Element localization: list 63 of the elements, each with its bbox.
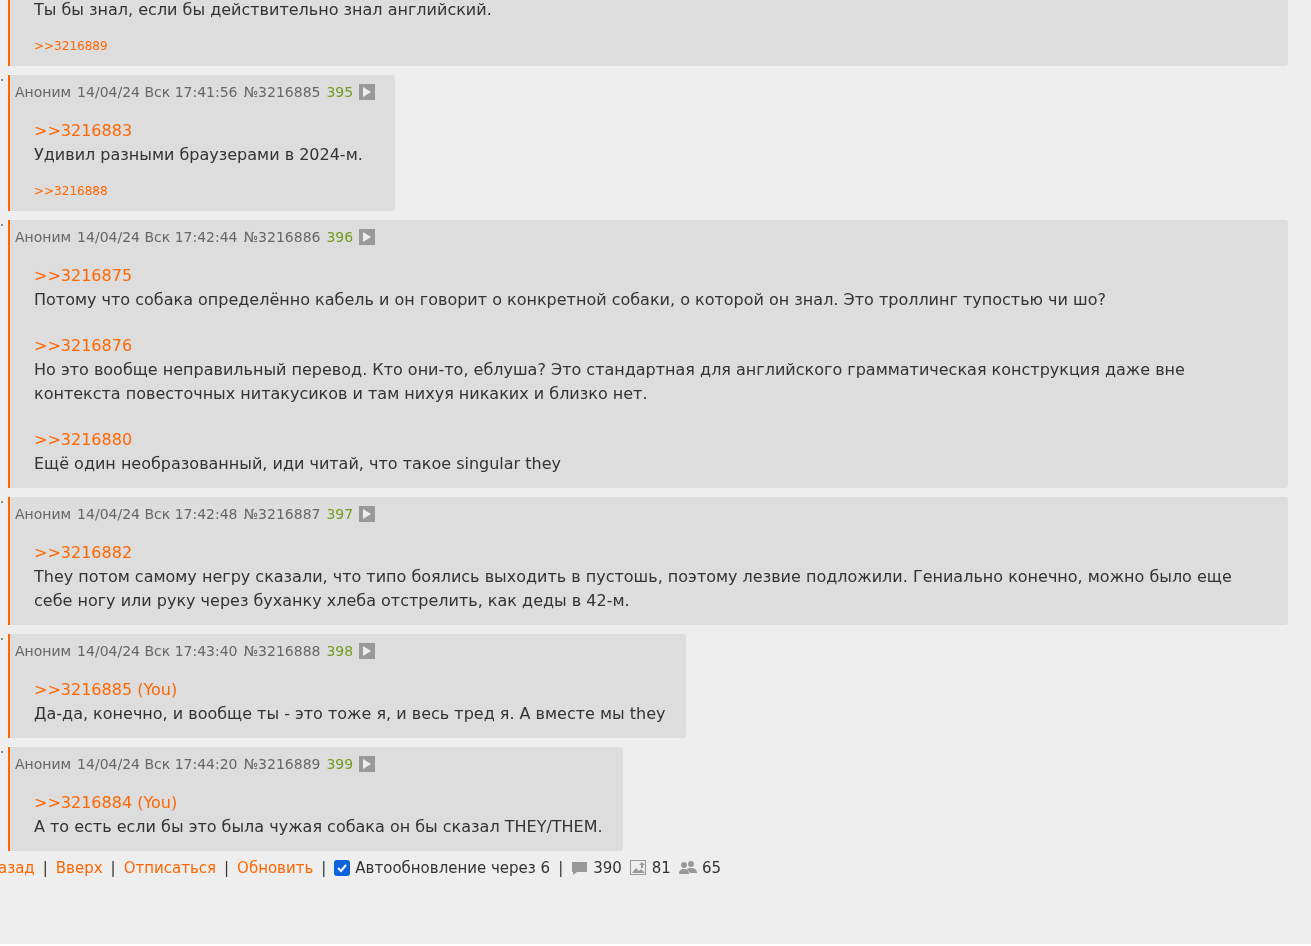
comment-icon [571,860,589,876]
autoupdate-label: Автообновление через 6 [355,858,551,879]
footer-link[interactable]: Отписаться [123,857,216,880]
post-marker-icon [1,79,3,81]
separator: | [558,858,564,879]
quote-link[interactable]: >>3216880 [34,428,133,452]
poster-name: Аноним [15,642,72,661]
post-marker-icon [1,501,3,503]
quote-link[interactable]: >>3216882 [34,541,133,565]
quote-link[interactable]: >>3216883 [34,119,133,143]
post-text: Потому что собака определённо кабель и он говорит о конкретной собаки, о которой он знал. Это троллинг тупостью чи шо? [34,289,1107,311]
post-index: 397 [326,505,354,524]
post-text: They потом самому негру сказали, что типо боялись выходить в пустошь, поэтому лезвие подложили. Гениально конечно, можно было еще себе ногу или руку через буханку хлеба отстрелить, как деды в 42-м. [34,566,1233,612]
post-marker-icon [1,638,3,640]
posters-count: 65 [701,858,721,879]
separator: | [110,858,116,879]
quote-link[interactable]: >>3216875 [34,264,133,288]
play-icon[interactable] [359,643,376,659]
post-marker-icon [1,751,3,753]
image-icon [629,860,647,877]
post-number[interactable]: №3216885 [243,82,321,102]
post-text: Удивил разными браузерами в 2024-м. [34,144,364,166]
post-text: Ты бы знал, если бы действительно знал английский. [34,0,493,21]
play-icon[interactable] [359,506,376,522]
play-icon[interactable] [359,229,376,245]
separator: | [42,858,48,879]
images-count: 81 [651,858,671,879]
post-index: 395 [326,83,354,102]
post-date: 14/04/24 Вск 17:44:20 [77,755,238,774]
poster-name: Аноним [15,83,72,102]
poster-name: Аноним [15,505,72,524]
play-icon[interactable] [359,756,376,772]
users-icon [678,861,697,876]
posts-count: 390 [593,858,622,879]
footer-link[interactable]: Вверх [55,857,103,880]
separator: | [321,858,327,879]
post-index: 399 [326,755,354,774]
post-number[interactable]: №3216888 [243,641,321,661]
play-icon[interactable] [359,84,376,100]
post-number[interactable]: №3216886 [243,227,321,247]
post-marker-icon [1,224,3,226]
separator: | [224,858,230,879]
reply-link[interactable]: >>3216888 [34,183,108,199]
footer-link[interactable]: Обновить [237,857,314,880]
post-text: Да-да, конечно, и вообще ты - это тоже я, и весь тред я. А вместе мы they [34,703,666,725]
post-number[interactable]: №3216889 [243,754,321,774]
post-index: 398 [326,642,354,661]
poster-name: Аноним [15,755,72,774]
post-date: 14/04/24 Вск 17:41:56 [77,83,238,102]
post-date: 14/04/24 Вск 17:43:40 [77,642,238,661]
post-text: Но это вообще неправильный перевод. Кто они-то, еблуша? Это стандартная для английского грамматическая конструкция даже вне контекста повесточных нитакусиков и там нихуя никаких и близко нет. [34,359,1186,405]
post-text: А то есть если бы это была чужая собака он бы сказал THEY/THEM. [34,816,603,838]
quote-link[interactable]: >>3216876 [34,334,133,358]
poster-name: Аноним [15,228,72,247]
autoupdate-checkbox[interactable] [334,860,351,877]
post-date: 14/04/24 Вск 17:42:48 [77,505,238,524]
quote-link[interactable]: >>3216885 (You) [34,678,178,702]
post-date: 14/04/24 Вск 17:42:44 [77,228,238,247]
post-number[interactable]: №3216887 [243,504,321,524]
post-index: 396 [326,228,354,247]
quote-link[interactable]: >>3216884 (You) [34,791,178,815]
reply-link[interactable]: >>3216889 [34,38,108,54]
post-text: Ещё один необразованный, иди читай, что такое singular they [34,453,562,475]
